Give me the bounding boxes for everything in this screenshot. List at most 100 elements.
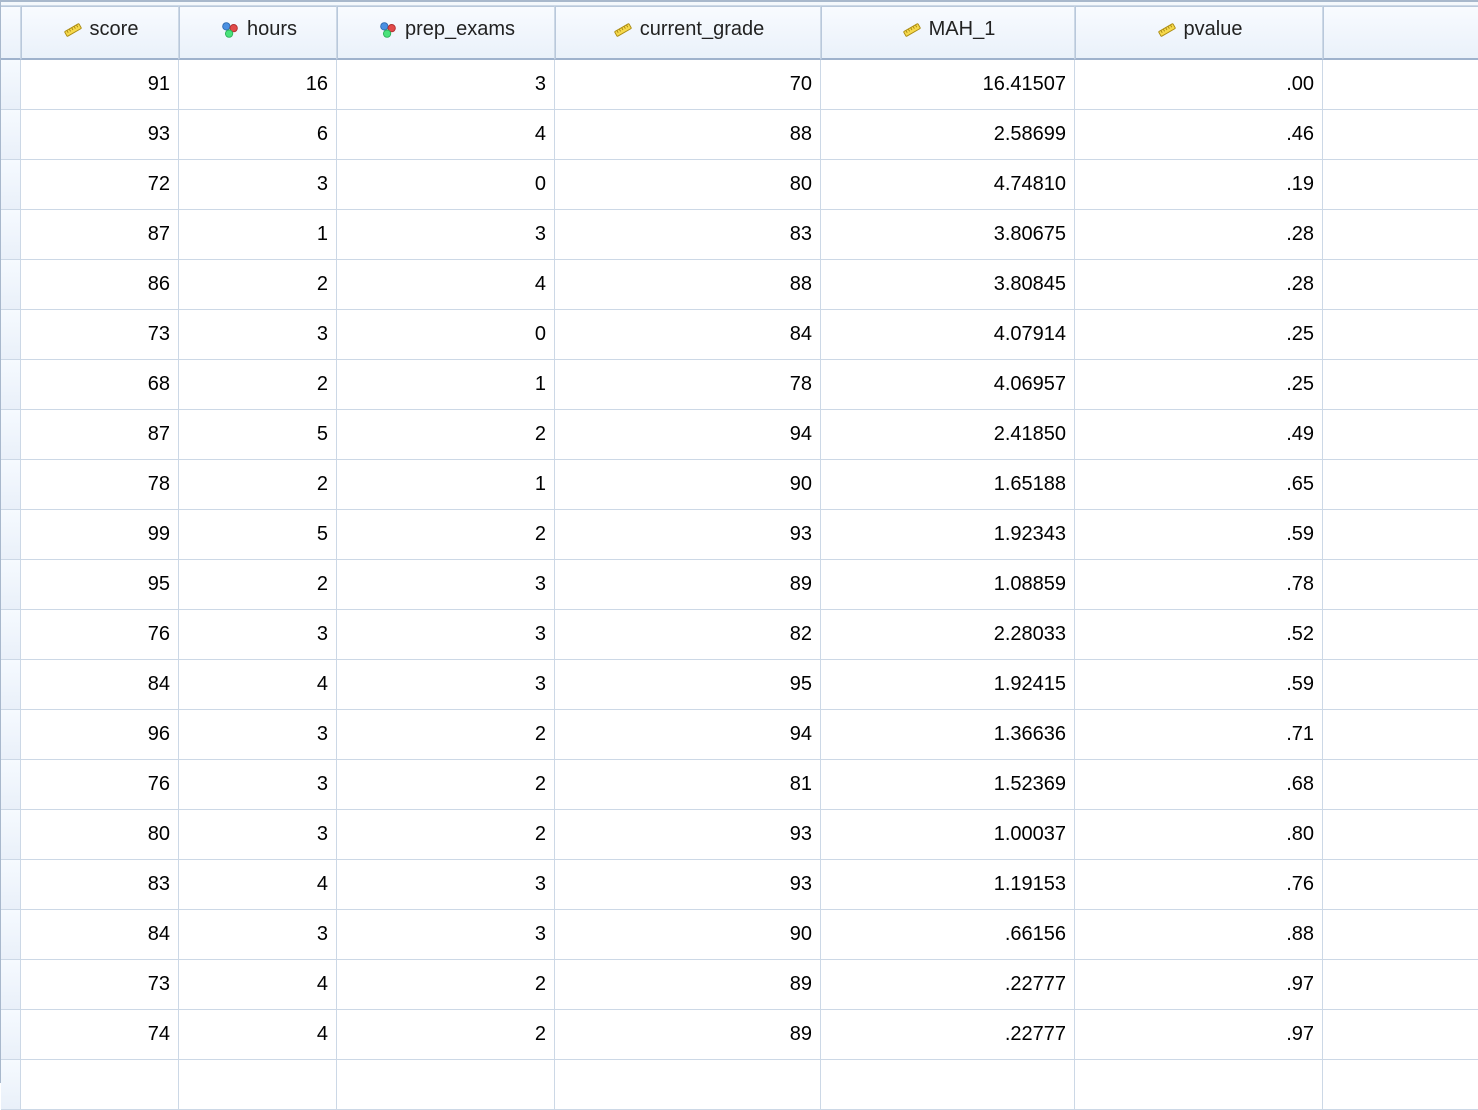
row-header[interactable] xyxy=(1,210,21,260)
cell[interactable] xyxy=(1323,210,1478,260)
row-header[interactable] xyxy=(1,310,21,360)
cell[interactable]: 4 xyxy=(337,110,555,160)
cell[interactable]: .65 xyxy=(1075,460,1323,510)
cell[interactable]: 4 xyxy=(337,260,555,310)
cell[interactable]: 4.06957 xyxy=(821,360,1075,410)
cell[interactable]: 84 xyxy=(555,310,821,360)
cell[interactable]: 1.36636 xyxy=(821,710,1075,760)
cell[interactable]: 89 xyxy=(555,1010,821,1060)
row-header[interactable] xyxy=(1,660,21,710)
cell[interactable]: 2.58699 xyxy=(821,110,1075,160)
col-header-pvalue[interactable]: pvalue xyxy=(1075,6,1323,60)
row-header[interactable] xyxy=(1,410,21,460)
cell[interactable]: 16 xyxy=(179,60,337,110)
cell[interactable]: 3 xyxy=(179,810,337,860)
cell[interactable]: 93 xyxy=(555,810,821,860)
cell[interactable]: 2.41850 xyxy=(821,410,1075,460)
cell[interactable]: 83 xyxy=(555,210,821,260)
cell[interactable]: .28 xyxy=(1075,260,1323,310)
cell[interactable]: 82 xyxy=(555,610,821,660)
cell[interactable]: .78 xyxy=(1075,560,1323,610)
cell[interactable]: .00 xyxy=(1075,60,1323,110)
cell[interactable] xyxy=(1323,860,1478,910)
cell[interactable]: 6 xyxy=(179,110,337,160)
cell[interactable] xyxy=(1323,410,1478,460)
cell[interactable] xyxy=(1323,110,1478,160)
row-header[interactable] xyxy=(1,160,21,210)
row-header[interactable] xyxy=(1,810,21,860)
cell[interactable]: .88 xyxy=(1075,910,1323,960)
cell[interactable]: .97 xyxy=(1075,1010,1323,1060)
cell[interactable]: 87 xyxy=(21,410,179,460)
cell[interactable]: 73 xyxy=(21,310,179,360)
cell[interactable]: 87 xyxy=(21,210,179,260)
cell[interactable]: .22777 xyxy=(821,960,1075,1010)
row-header[interactable] xyxy=(1,510,21,560)
cell[interactable]: 2 xyxy=(337,960,555,1010)
cell[interactable] xyxy=(1323,360,1478,410)
cell[interactable]: 80 xyxy=(555,160,821,210)
cell[interactable]: .25 xyxy=(1075,310,1323,360)
row-header[interactable] xyxy=(1,460,21,510)
cell[interactable]: 1 xyxy=(179,210,337,260)
cell[interactable] xyxy=(1323,560,1478,610)
cell[interactable]: 3.80845 xyxy=(821,260,1075,310)
cell[interactable] xyxy=(1323,510,1478,560)
cell[interactable]: 3 xyxy=(179,710,337,760)
row-header[interactable] xyxy=(1,110,21,160)
cell[interactable]: 91 xyxy=(21,60,179,110)
cell[interactable]: 5 xyxy=(179,510,337,560)
cell[interactable]: 1.92415 xyxy=(821,660,1075,710)
row-header[interactable] xyxy=(1,760,21,810)
cell[interactable]: 1.19153 xyxy=(821,860,1075,910)
col-header-current-grade[interactable]: current_grade xyxy=(555,6,821,60)
cell[interactable]: 16.41507 xyxy=(821,60,1075,110)
cell[interactable] xyxy=(1323,1010,1478,1060)
cell[interactable]: 86 xyxy=(21,260,179,310)
cell[interactable] xyxy=(555,1060,821,1110)
cell[interactable]: .22777 xyxy=(821,1010,1075,1060)
cell[interactable]: .76 xyxy=(1075,860,1323,910)
cell[interactable] xyxy=(21,1060,179,1110)
cell[interactable] xyxy=(1323,910,1478,960)
col-header-extra[interactable] xyxy=(1323,6,1478,60)
cell[interactable]: .49 xyxy=(1075,410,1323,460)
cell[interactable] xyxy=(1323,810,1478,860)
row-header[interactable] xyxy=(1,360,21,410)
data-table[interactable]: score hours prep_exams xyxy=(1,6,1478,1110)
col-header-mah-1[interactable]: MAH_1 xyxy=(821,6,1075,60)
cell[interactable]: 96 xyxy=(21,710,179,760)
cell[interactable]: 2 xyxy=(337,760,555,810)
cell[interactable]: 94 xyxy=(555,410,821,460)
cell[interactable]: 1 xyxy=(337,460,555,510)
cell[interactable]: 4 xyxy=(179,660,337,710)
cell[interactable] xyxy=(1323,660,1478,710)
cell[interactable]: 81 xyxy=(555,760,821,810)
cell[interactable] xyxy=(1075,1060,1323,1110)
cell[interactable]: .68 xyxy=(1075,760,1323,810)
cell[interactable]: 80 xyxy=(21,810,179,860)
cell[interactable]: 72 xyxy=(21,160,179,210)
row-header[interactable] xyxy=(1,860,21,910)
cell[interactable]: 2 xyxy=(337,410,555,460)
cell[interactable]: 2 xyxy=(337,1010,555,1060)
row-header[interactable] xyxy=(1,60,21,110)
cell[interactable] xyxy=(1323,160,1478,210)
cell[interactable]: .59 xyxy=(1075,510,1323,560)
cell[interactable]: 1.52369 xyxy=(821,760,1075,810)
cell[interactable]: 2.28033 xyxy=(821,610,1075,660)
cell[interactable]: 84 xyxy=(21,910,179,960)
cell[interactable]: 89 xyxy=(555,960,821,1010)
cell[interactable]: 4.74810 xyxy=(821,160,1075,210)
cell[interactable]: .19 xyxy=(1075,160,1323,210)
cell[interactable]: 3 xyxy=(337,660,555,710)
cell[interactable]: .71 xyxy=(1075,710,1323,760)
cell[interactable]: 83 xyxy=(21,860,179,910)
row-header[interactable] xyxy=(1,1060,21,1110)
row-header[interactable] xyxy=(1,1010,21,1060)
cell[interactable]: .52 xyxy=(1075,610,1323,660)
row-header[interactable] xyxy=(1,610,21,660)
cell[interactable]: 70 xyxy=(555,60,821,110)
cell[interactable]: 3.80675 xyxy=(821,210,1075,260)
cell[interactable]: 88 xyxy=(555,260,821,310)
